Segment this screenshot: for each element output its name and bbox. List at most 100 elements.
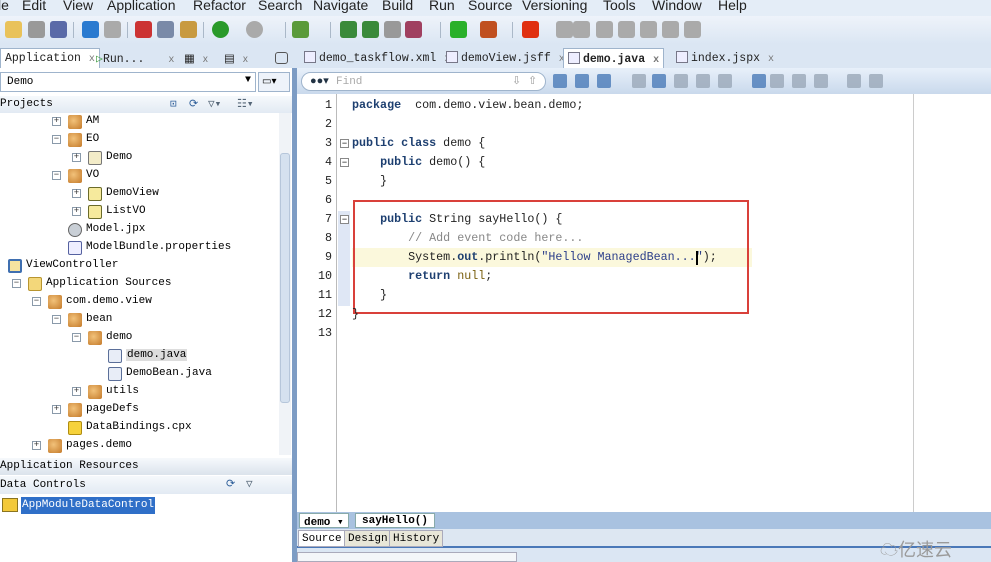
code-line[interactable]: // Add event code here... (352, 229, 583, 248)
redo-icon[interactable] (104, 21, 121, 38)
sql-icon[interactable] (292, 21, 309, 38)
refresh-icon[interactable]: ⟳ (226, 477, 235, 491)
split-view-icon[interactable] (847, 74, 861, 88)
code-line[interactable]: package com.demo.view.bean.demo; (352, 96, 583, 115)
code-line[interactable]: } (352, 172, 387, 191)
expand-icon[interactable]: + (52, 405, 61, 414)
code-line[interactable]: } (352, 305, 359, 324)
expand-icon[interactable]: + (72, 387, 81, 396)
tab-demoView-jsff[interactable]: demoView.jsff x (442, 48, 569, 68)
find-next-icon[interactable]: ⇩ (512, 74, 521, 87)
tab-application[interactable]: Application x (0, 48, 100, 68)
deploy-icon[interactable] (340, 21, 357, 38)
menu-build[interactable]: Build (382, 0, 413, 13)
collapse-icon[interactable]: − (12, 279, 21, 288)
compare-icon[interactable] (869, 74, 883, 88)
tree-item[interactable]: − Application Sources (0, 275, 278, 293)
step-over-icon[interactable] (573, 21, 590, 38)
next-bookmark-icon[interactable] (770, 74, 784, 88)
close-icon[interactable]: x (203, 54, 208, 65)
menu-help[interactable]: Help (718, 0, 747, 13)
step-into-icon[interactable] (596, 21, 613, 38)
tab-database[interactable]: ▤ x (220, 48, 252, 68)
tree-item[interactable]: + AM (0, 113, 278, 131)
code-line[interactable]: System.out.println("Hellow ManagedBean..… (352, 248, 717, 267)
step-icon[interactable] (556, 21, 573, 38)
tab-design[interactable]: Design (344, 530, 392, 547)
menu-edit[interactable]: Edit (22, 0, 46, 13)
collapse-icon[interactable]: − (52, 315, 61, 324)
debug-icon[interactable] (480, 21, 497, 38)
code-line[interactable]: } (352, 286, 387, 305)
menu-versioning[interactable]: Versioning (522, 0, 587, 13)
menu-window[interactable]: Window (652, 0, 702, 13)
navigator-options-button[interactable]: ▭▾ (258, 72, 290, 92)
menu-navigate[interactable]: Navigate (313, 0, 368, 13)
fold-icon[interactable]: − (340, 139, 349, 148)
clear-bookmarks-icon[interactable] (814, 74, 828, 88)
back-icon[interactable] (212, 21, 229, 38)
breadcrumb-method[interactable]: sayHello() (355, 513, 436, 528)
tree-item[interactable]: − bean (0, 311, 278, 329)
filter-icon[interactable]: ▽▾ (208, 97, 221, 111)
tree-scrollbar[interactable] (279, 113, 291, 455)
close-icon[interactable]: x (768, 54, 774, 65)
tree-item[interactable]: DemoBean.java (0, 365, 278, 383)
log-tab[interactable] (297, 552, 517, 562)
close-icon[interactable]: x (168, 55, 174, 66)
stop-icon[interactable] (522, 21, 539, 38)
tab-structure[interactable]: ▦ x (180, 48, 212, 68)
fold-icon[interactable]: − (340, 215, 349, 224)
run-icon[interactable] (450, 21, 467, 38)
collapse-icon[interactable]: − (32, 297, 41, 306)
menu-tools[interactable]: Tools (603, 0, 636, 13)
save-all-icon[interactable] (50, 21, 67, 38)
tab-history[interactable]: History (389, 530, 444, 547)
tree-item[interactable]: − VO (0, 167, 278, 185)
forward-icon[interactable] (246, 21, 263, 38)
refresh-icon[interactable]: ⟳ (189, 97, 198, 111)
menu-search[interactable]: Search (258, 0, 302, 13)
find-previous-icon[interactable]: ⇧ (528, 74, 537, 87)
menu-le[interactable]: le (0, 0, 9, 13)
trash-icon[interactable] (684, 21, 701, 38)
code-line[interactable]: public class demo { (352, 134, 485, 153)
toggle-comment-icon[interactable] (632, 74, 646, 88)
tree-item[interactable]: + ListVO (0, 203, 278, 221)
deploy-all-icon[interactable] (362, 21, 379, 38)
working-sets-icon[interactable]: ☷▾ (237, 97, 253, 111)
code-line[interactable]: public demo() { (352, 153, 485, 172)
close-icon[interactable]: x (243, 54, 248, 65)
menu-view[interactable]: View (63, 0, 93, 13)
application-selector[interactable]: Demo ▼ (0, 72, 256, 92)
tree-item[interactable]: + DemoView (0, 185, 278, 203)
tree-item[interactable]: + pages.demo (0, 437, 278, 455)
previous-bookmark-icon[interactable] (792, 74, 806, 88)
menu-run[interactable]: Run (429, 0, 455, 13)
open-icon[interactable] (5, 21, 22, 38)
tree-item[interactable]: demo.java (0, 347, 278, 365)
bookmark-icon[interactable] (752, 74, 766, 88)
tree-item[interactable]: ModelBundle.properties (0, 239, 278, 257)
scrollbar-thumb[interactable] (280, 153, 290, 403)
find-field[interactable]: ●●▾ Find ⇩ ⇧ (301, 72, 546, 91)
tab-run[interactable]: ▷Run... x (92, 48, 178, 68)
binoculars-icon[interactable]: ●●▾ (310, 74, 329, 87)
highlight-icon[interactable] (575, 74, 589, 88)
expand-icon[interactable]: + (72, 153, 81, 162)
application-resources-header[interactable]: Application Resources (0, 458, 292, 475)
tab-index-jspx[interactable]: index.jspx x (672, 48, 778, 68)
cut-icon[interactable] (135, 21, 152, 38)
expand-icon[interactable]: + (52, 117, 61, 126)
fold-icon[interactable]: − (340, 158, 349, 167)
tab-source[interactable]: Source (298, 530, 346, 547)
tree-item[interactable]: + pageDefs (0, 401, 278, 419)
indent-icon[interactable] (674, 74, 688, 88)
debug-profile-icon[interactable] (405, 21, 422, 38)
minimize-button[interactable] (275, 52, 288, 64)
tree-item[interactable]: − com.demo.view (0, 293, 278, 311)
expand-icon[interactable]: + (72, 207, 81, 216)
tree-item[interactable]: DataBindings.cpx (0, 419, 278, 437)
paste-icon[interactable] (180, 21, 197, 38)
braces-icon[interactable] (652, 74, 666, 88)
